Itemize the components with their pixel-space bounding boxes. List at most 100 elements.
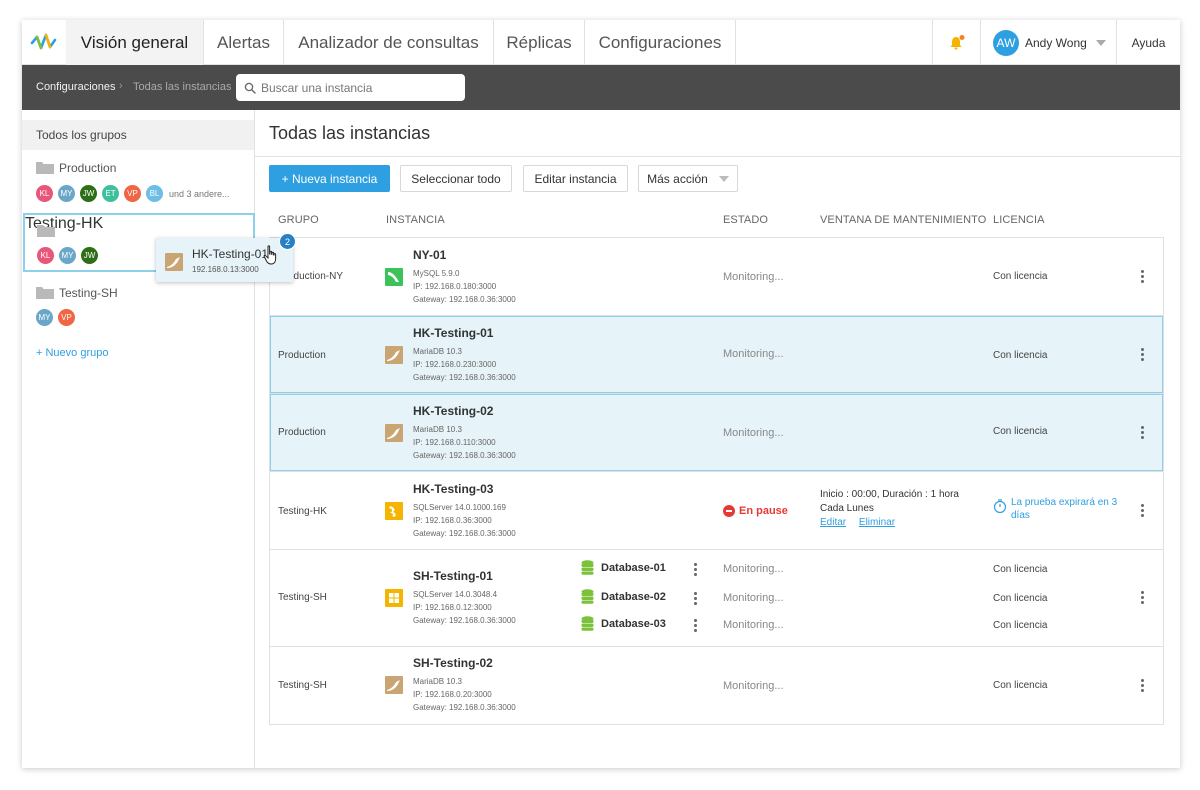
paused-status: En pause bbox=[723, 505, 788, 517]
more-actions-dropdown[interactable]: Más acción bbox=[638, 165, 738, 192]
database-license: Con licencia bbox=[993, 564, 1048, 575]
app-logo[interactable] bbox=[22, 20, 66, 65]
member-avatar: BL bbox=[146, 185, 163, 202]
member-avatar: JW bbox=[81, 247, 98, 264]
group-name: Testing-SH bbox=[59, 286, 118, 300]
database-item[interactable]: Database-01 bbox=[581, 560, 666, 575]
group-testing-sh[interactable]: Testing-SH MY VP bbox=[22, 285, 254, 330]
table-row[interactable]: Production HK-Testing-02 MariaDB 10.3 IP… bbox=[270, 394, 1163, 472]
edit-instance-button[interactable]: Editar instancia bbox=[523, 165, 628, 192]
all-groups-item[interactable]: Todos los grupos bbox=[22, 120, 254, 150]
search-input[interactable] bbox=[261, 80, 451, 95]
group-name: Production bbox=[59, 161, 117, 175]
row-menu-button[interactable] bbox=[1136, 679, 1148, 693]
timer-icon bbox=[993, 499, 1007, 513]
member-avatar: VP bbox=[58, 309, 75, 326]
search-box[interactable] bbox=[236, 74, 465, 101]
header-instance[interactable]: INSTANCIA bbox=[386, 214, 445, 226]
row-menu-button[interactable] bbox=[1136, 504, 1148, 518]
instance-state: Monitoring... bbox=[723, 348, 784, 360]
table-row[interactable]: Testing-HK HK-Testing-03 SQLServer 14.0.… bbox=[270, 472, 1163, 550]
tab-analizador[interactable]: Analizador de consultas bbox=[284, 20, 494, 65]
trial-license[interactable]: La prueba expirará en 3 días bbox=[993, 496, 1128, 522]
database-license: Con licencia bbox=[993, 620, 1048, 631]
database-item[interactable]: Database-03 bbox=[581, 616, 666, 631]
database-menu-button[interactable] bbox=[689, 563, 701, 577]
instance-name[interactable]: HK-Testing-02 bbox=[413, 404, 493, 418]
instance-details: MySQL 5.9.0 IP: 192.168.0.180:3000 Gatew… bbox=[413, 267, 516, 306]
tab-replicas[interactable]: Réplicas bbox=[494, 20, 585, 65]
sqlserver-icon bbox=[385, 502, 403, 520]
instance-name[interactable]: HK-Testing-01 bbox=[413, 326, 493, 340]
row-menu-button[interactable] bbox=[1136, 591, 1148, 605]
database-name: Database-02 bbox=[601, 590, 666, 603]
database-menu-button[interactable] bbox=[689, 619, 701, 633]
select-all-button[interactable]: Seleccionar todo bbox=[400, 165, 512, 192]
divider bbox=[255, 156, 1180, 157]
instance-ip: IP: 192.168.0.20:3000 bbox=[413, 690, 492, 699]
member-avatar: MY bbox=[58, 185, 75, 202]
database-name: Database-01 bbox=[601, 561, 666, 574]
breadcrumb-configuraciones[interactable]: Configuraciones bbox=[36, 81, 116, 93]
instance-engine: MySQL 5.9.0 bbox=[413, 269, 460, 278]
instance-engine: MariaDB 10.3 bbox=[413, 677, 462, 686]
database-item[interactable]: Database-02 bbox=[581, 589, 666, 604]
table-row[interactable]: Testing-SH SH-Testing-01 SQLServer 14.0.… bbox=[270, 550, 1163, 647]
instance-license: Con licencia bbox=[993, 680, 1048, 691]
instance-license: Con licencia bbox=[993, 426, 1048, 437]
paused-label: En pause bbox=[739, 505, 788, 517]
row-group: Testing-SH bbox=[278, 592, 327, 603]
more-actions-label: Más acción bbox=[647, 171, 708, 186]
tab-alertas[interactable]: Alertas bbox=[204, 20, 284, 65]
header-maintenance[interactable]: VENTANA DE MANTENIMIENTO bbox=[820, 214, 986, 226]
row-menu-button[interactable] bbox=[1136, 426, 1148, 440]
instance-license: Con licencia bbox=[993, 350, 1048, 361]
maintenance-edit-link[interactable]: Editar bbox=[820, 517, 846, 528]
help-link[interactable]: Ayuda bbox=[1116, 20, 1180, 65]
instance-gateway: Gateway: 192.168.0.36:3000 bbox=[413, 703, 516, 712]
instance-gateway: Gateway: 192.168.0.36:3000 bbox=[413, 616, 516, 625]
notifications-button[interactable] bbox=[932, 20, 980, 65]
instance-name[interactable]: HK-Testing-03 bbox=[413, 482, 493, 496]
header-state[interactable]: ESTADO bbox=[723, 214, 768, 226]
more-members: und 3 andere... bbox=[169, 188, 230, 199]
instance-details: SQLServer 14.0.3048.4 IP: 192.168.0.12:3… bbox=[413, 588, 516, 627]
mariadb-icon bbox=[385, 676, 403, 694]
instance-details: SQLServer 14.0.1000.169 IP: 192.168.0.36… bbox=[413, 501, 516, 540]
breadcrumb-bar: Configuraciones › Todas las instancias bbox=[22, 65, 1180, 110]
row-menu-button[interactable] bbox=[1136, 270, 1148, 284]
instance-name[interactable]: NY-01 bbox=[413, 248, 446, 262]
instance-details: MariaDB 10.3 IP: 192.168.0.110:3000 Gate… bbox=[413, 423, 516, 462]
header-license[interactable]: LICENCIA bbox=[993, 214, 1045, 226]
group-production[interactable]: Production KL MY JW ET VP BL und 3 ander… bbox=[22, 160, 254, 205]
member-avatar: KL bbox=[36, 185, 53, 202]
user-menu[interactable]: AW Andy Wong bbox=[980, 20, 1116, 65]
instance-name[interactable]: SH-Testing-02 bbox=[413, 656, 493, 670]
trial-text: La prueba expirará en 3 días bbox=[1011, 497, 1118, 521]
tab-vision-general[interactable]: Visión general bbox=[66, 20, 204, 65]
breadcrumb-separator: › bbox=[119, 80, 123, 92]
table-row[interactable]: Production-NY NY-01 MySQL 5.9.0 IP: 192.… bbox=[270, 238, 1163, 316]
new-instance-button[interactable]: + Nueva instancia bbox=[269, 165, 390, 192]
instance-gateway: Gateway: 192.168.0.36:3000 bbox=[413, 451, 516, 460]
database-state: Monitoring... bbox=[723, 563, 784, 575]
paused-icon bbox=[723, 505, 735, 517]
instance-state: Monitoring... bbox=[723, 427, 784, 439]
table-row[interactable]: Testing-SH SH-Testing-02 MariaDB 10.3 IP… bbox=[270, 647, 1163, 724]
new-group-link[interactable]: + Nuevo grupo bbox=[36, 347, 108, 359]
instance-engine: SQLServer 14.0.3048.4 bbox=[413, 590, 498, 599]
instance-ip: IP: 192.168.0.110:3000 bbox=[413, 438, 496, 447]
tab-configuraciones[interactable]: Configuraciones bbox=[585, 20, 736, 65]
instance-ip: IP: 192.168.0.12:3000 bbox=[413, 603, 492, 612]
row-menu-button[interactable] bbox=[1136, 348, 1148, 362]
database-menu-button[interactable] bbox=[689, 592, 701, 606]
member-avatar: VP bbox=[124, 185, 141, 202]
maintenance-delete-link[interactable]: Eliminar bbox=[859, 517, 895, 528]
instance-gateway: Gateway: 192.168.0.36:3000 bbox=[413, 373, 516, 382]
table-row[interactable]: Production HK-Testing-01 MariaDB 10.3 IP… bbox=[270, 316, 1163, 394]
database-license: Con licencia bbox=[993, 593, 1048, 604]
search-icon bbox=[244, 82, 256, 94]
header-group[interactable]: GRUPO bbox=[278, 214, 319, 226]
instance-name[interactable]: SH-Testing-01 bbox=[413, 569, 493, 583]
row-group: Production bbox=[278, 350, 326, 361]
